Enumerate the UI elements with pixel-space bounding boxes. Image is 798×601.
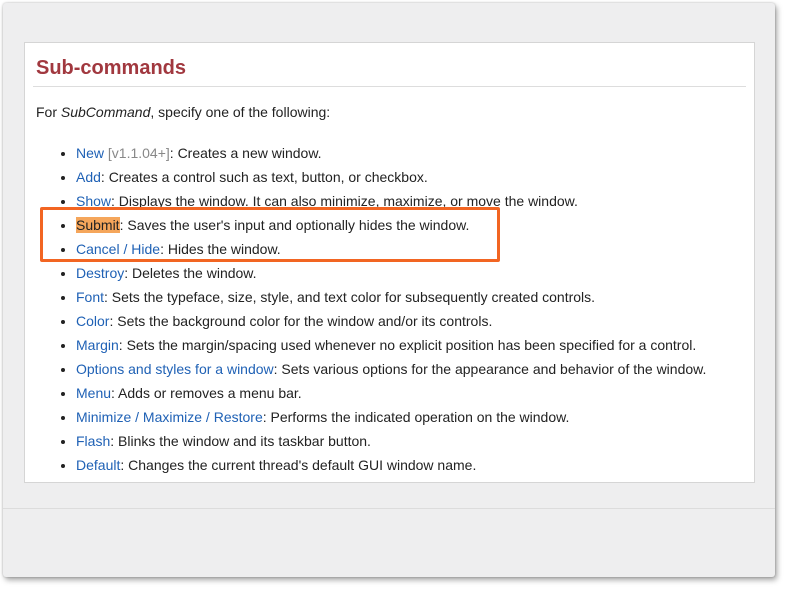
item-desc: : Adds or removes a menu bar. <box>111 385 302 401</box>
link-separator: / <box>131 409 143 425</box>
link-separator: / <box>202 409 214 425</box>
link-hide[interactable]: Hide <box>131 241 160 257</box>
list-item-min-max-restore: Minimize / Maximize / Restore: Performs … <box>76 405 706 429</box>
link-default[interactable]: Default <box>76 457 120 473</box>
content-panel: Sub-commands For SubCommand, specify one… <box>24 42 755 483</box>
subcommand-list: New [v1.1.04+]: Creates a new window. Ad… <box>58 141 706 477</box>
link-new[interactable]: New <box>76 145 104 161</box>
link-font[interactable]: Font <box>76 289 104 305</box>
list-item-options: Options and styles for a window: Sets va… <box>76 357 706 381</box>
item-desc: : Performs the indicated operation on th… <box>262 409 570 425</box>
intro-text: For SubCommand, specify one of the follo… <box>36 104 330 120</box>
link-add[interactable]: Add <box>76 169 101 185</box>
item-desc: : Sets the margin/spacing used whenever … <box>118 337 697 353</box>
item-desc: : Saves the user's input and optionally … <box>119 217 470 233</box>
list-item-destroy: Destroy: Deletes the window. <box>76 261 706 285</box>
list-item-new: New [v1.1.04+]: Creates a new window. <box>76 141 706 165</box>
link-margin[interactable]: Margin <box>76 337 119 353</box>
list-item-submit: Submit: Saves the user's input and optio… <box>76 213 706 237</box>
section-heading: Sub-commands <box>36 57 187 79</box>
link-menu[interactable]: Menu <box>76 385 111 401</box>
list-item-default: Default: Changes the current thread's de… <box>76 453 706 477</box>
list-item-color: Color: Sets the background color for the… <box>76 309 706 333</box>
item-desc: : Displays the window. It can also minim… <box>111 193 578 209</box>
list-item-show: Show: Displays the window. It can also m… <box>76 189 706 213</box>
heading-divider <box>33 86 746 87</box>
item-desc: : Hides the window. <box>160 241 281 257</box>
intro-prefix: For <box>36 104 61 120</box>
item-desc: : Sets various options for the appearanc… <box>273 361 707 377</box>
link-flash[interactable]: Flash <box>76 433 110 449</box>
link-maximize[interactable]: Maximize <box>143 409 202 425</box>
link-show[interactable]: Show <box>76 193 111 209</box>
item-desc: : Deletes the window. <box>124 265 257 281</box>
intro-subcommand: SubCommand <box>60 104 151 120</box>
link-separator: / <box>119 241 132 257</box>
intro-suffix: , specify one of the following: <box>150 104 331 120</box>
item-desc: : Changes the current thread's default G… <box>120 457 477 473</box>
list-item-add: Add: Creates a control such as text, but… <box>76 165 706 189</box>
list-item-menu: Menu: Adds or removes a menu bar. <box>76 381 706 405</box>
link-restore[interactable]: Restore <box>214 409 263 425</box>
list-item-cancel-hide: Cancel / Hide: Hides the window. <box>76 237 706 261</box>
item-desc: : Creates a new window. <box>169 145 322 161</box>
link-minimize[interactable]: Minimize <box>76 409 131 425</box>
link-color[interactable]: Color <box>76 313 109 329</box>
link-submit[interactable]: Submit <box>76 217 120 233</box>
version-badge: [v1.1.04+] <box>107 145 170 161</box>
list-item-flash: Flash: Blinks the window and its taskbar… <box>76 429 706 453</box>
list-item-margin: Margin: Sets the margin/spacing used whe… <box>76 333 706 357</box>
link-cancel[interactable]: Cancel <box>76 241 120 257</box>
footer-divider <box>3 508 775 509</box>
list-item-font: Font: Sets the typeface, size, style, an… <box>76 285 706 309</box>
item-desc: : Blinks the window and its taskbar butt… <box>110 433 371 449</box>
item-desc: : Creates a control such as text, button… <box>100 169 428 185</box>
item-desc: : Sets the background color for the wind… <box>109 313 493 329</box>
item-desc: : Sets the typeface, size, style, and te… <box>104 289 596 305</box>
link-destroy[interactable]: Destroy <box>76 265 124 281</box>
link-options[interactable]: Options and styles for a window <box>76 361 274 377</box>
